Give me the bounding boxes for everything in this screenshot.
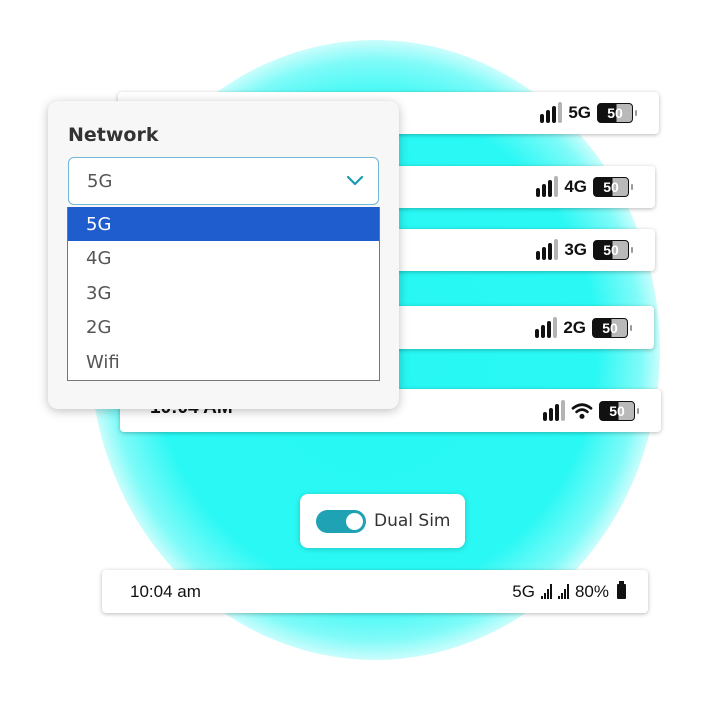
clock-time: 10:04 am <box>130 582 201 601</box>
option-2g[interactable]: 2G <box>68 310 379 344</box>
network-panel: Network 5G 5G 4G 3G 2G Wifi <box>48 101 399 409</box>
signal-icon <box>536 176 559 197</box>
network-label: 5G <box>568 103 591 122</box>
sim2-signal-icon <box>557 584 569 599</box>
battery-icon: 50 <box>597 103 637 123</box>
dual-sim-status-bar: 10:04 am 5G 80% <box>102 570 648 613</box>
dual-sim-label: Dual Sim <box>374 511 451 531</box>
sim1-signal-icon <box>540 584 552 599</box>
option-3g[interactable]: 3G <box>68 276 379 310</box>
battery-level: 50 <box>599 400 635 421</box>
dual-sim-toggle[interactable] <box>316 510 366 533</box>
battery-icon: 50 <box>593 177 633 197</box>
network-label: 2G <box>563 317 586 337</box>
network-title: Network <box>68 124 159 146</box>
battery-level: 50 <box>593 240 629 260</box>
battery-percent: 80% <box>574 581 609 601</box>
dual-sim-card: Dual Sim <box>300 494 465 548</box>
signal-icon <box>536 239 559 260</box>
battery-icon: 50 <box>592 317 632 338</box>
network-select[interactable]: 5G <box>68 157 379 205</box>
chevron-down-icon <box>346 175 364 186</box>
network-options-list: 5G 4G 3G 2G Wifi <box>67 207 380 381</box>
status-icons: 4G 50 <box>536 166 633 208</box>
battery-icon: 50 <box>599 400 639 421</box>
battery-level: 50 <box>597 103 633 123</box>
battery-level: 50 <box>592 317 628 338</box>
toggle-knob <box>346 513 363 530</box>
network-select-value: 5G <box>87 171 113 192</box>
signal-icon <box>540 102 563 123</box>
option-wifi[interactable]: Wifi <box>68 345 379 379</box>
option-5g[interactable]: 5G <box>68 207 379 242</box>
battery-level: 50 <box>593 177 629 197</box>
network-label: 4G <box>564 177 587 196</box>
battery-icon: 50 <box>593 240 633 260</box>
status-icons: 50 <box>543 389 639 432</box>
status-icons: 2G 50 <box>535 306 632 349</box>
status-icons: 5G 50 <box>540 92 637 134</box>
network-label: 5G <box>512 581 535 601</box>
wifi-icon <box>571 402 593 419</box>
network-label: 3G <box>564 240 587 259</box>
status-icons: 5G 80% <box>512 570 626 613</box>
signal-icon <box>535 316 558 338</box>
option-4g[interactable]: 4G <box>68 241 379 275</box>
battery-icon <box>617 581 626 599</box>
signal-icon <box>543 399 565 421</box>
status-icons: 3G 50 <box>536 229 633 271</box>
